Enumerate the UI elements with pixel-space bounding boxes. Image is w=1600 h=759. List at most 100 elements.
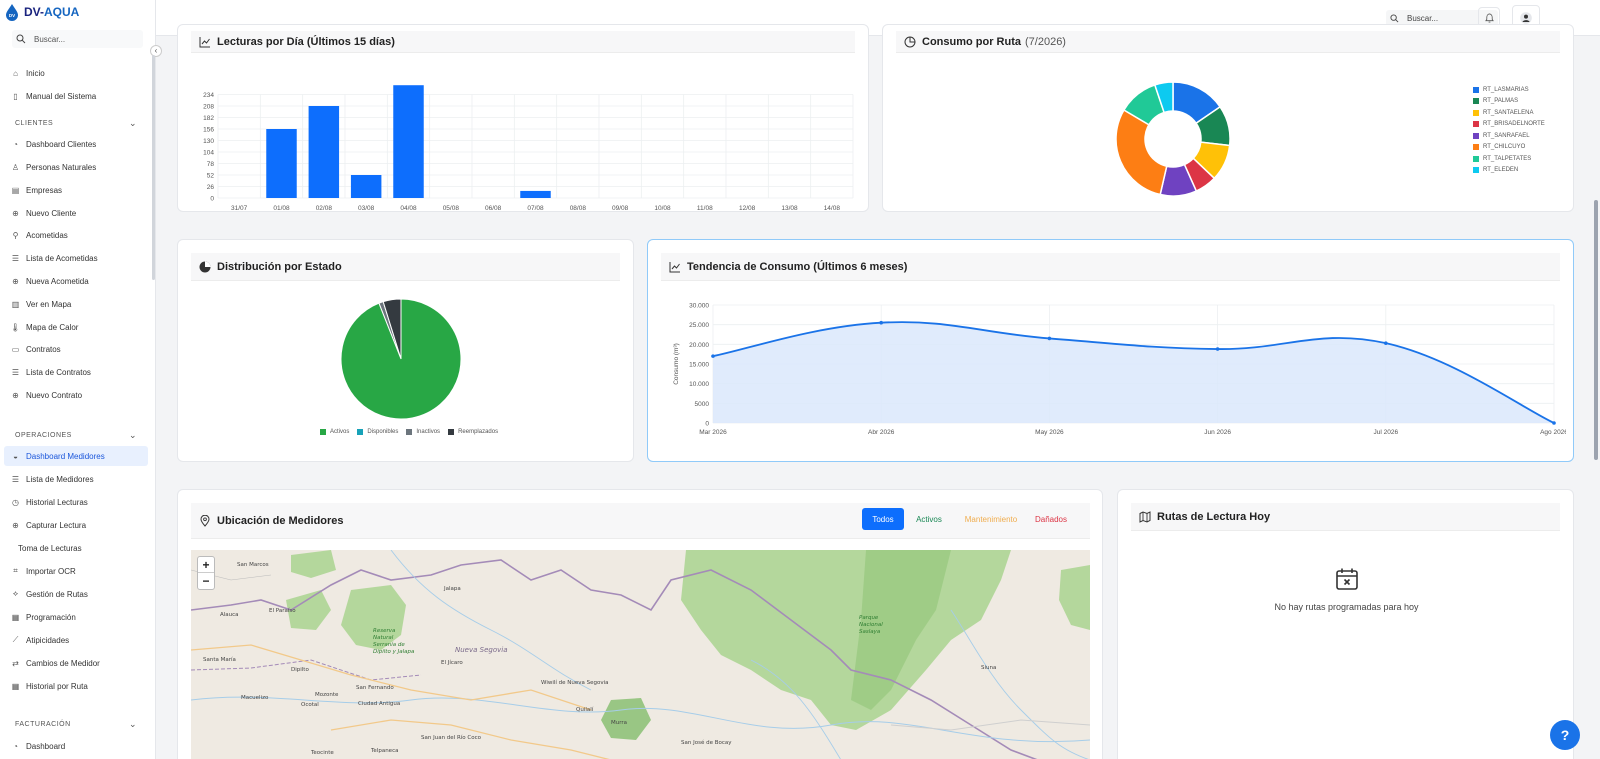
page-scrollbar[interactable] [1594, 200, 1598, 460]
sidebar-item-dashboard-clientes[interactable]: ◔ Dashboard Clientes [4, 134, 148, 154]
bar-x-tick-label: 10/08 [654, 205, 671, 210]
sidebar-item-atipicidades[interactable]: ⟋ Atipicidades [4, 630, 148, 650]
area-y-tick-label: 20.000 [689, 342, 709, 349]
sidebar-item-cambios-de-medidor[interactable]: ⇄ Cambios de Medidor [4, 653, 148, 673]
area-point-Abr 2026[interactable] [879, 320, 883, 325]
section-clientes[interactable]: CLIENTES ⌄ [15, 118, 137, 129]
brand-name: DV-AQUA [24, 5, 80, 19]
filter-activos-button[interactable]: Activos [906, 508, 952, 530]
sidebar-item-dashboard[interactable]: ◔ Dashboard [4, 736, 148, 756]
sidebar-item-ver-en-mapa[interactable]: ▥ Ver en Mapa [4, 294, 148, 314]
bar-02/08[interactable] [308, 106, 340, 198]
legend-item-RT_PALMAS[interactable]: RT_PALMAS [1473, 96, 1545, 108]
section-facturacion[interactable]: FACTURACIÓN ⌄ [15, 719, 137, 730]
sidebar-item-label: Empresas [26, 185, 63, 195]
sidebar-item-inicio[interactable]: ⌂ Inicio [4, 63, 148, 83]
area-point-Jul 2026[interactable] [1384, 341, 1388, 345]
sidebar-item-nuevo-contrato[interactable]: ⊕ Nuevo Contrato [4, 385, 148, 405]
bar-x-tick-label: 09/08 [612, 205, 629, 210]
tendencia-card-title: Tendencia de Consumo (Últimos 6 meses) [687, 260, 908, 273]
filter-todos-button[interactable]: Todos [862, 508, 904, 530]
legend-item-RT_TALPETATES[interactable]: RT_TALPETATES [1473, 153, 1545, 165]
sidebar-item-manual-del-sistema[interactable]: ▯ Manual del Sistema [4, 86, 148, 106]
legend-item-Inactivos[interactable]: Inactivos [406, 426, 440, 438]
area-point-May 2026[interactable] [1047, 336, 1052, 341]
sidebar-item-lista-de-medidores[interactable]: ☰ Lista de Medidores [4, 469, 148, 489]
legend-item-RT_ELEDEN[interactable]: RT_ELEDEN [1473, 165, 1545, 177]
area-point-Mar 2026[interactable] [711, 354, 715, 358]
sidebar-item-mapa-de-calor[interactable]: 🌡 Mapa de Calor [4, 317, 148, 337]
location-pin-icon [200, 514, 210, 527]
logo[interactable]: DV DV-AQUA [0, 0, 155, 24]
sidebar-item-label: Atipicidades [26, 635, 70, 645]
doughnut-slice-RT_CHILCUYO[interactable] [1115, 108, 1168, 196]
sidebar-item-nuevo-cliente[interactable]: ⊕ Nuevo Cliente [4, 203, 148, 223]
sidebar-item-contratos[interactable]: ▭ Contratos [4, 339, 148, 359]
section-label: FACTURACIÓN [15, 721, 71, 728]
sidebar-item-label: Gestión de Rutas [26, 589, 88, 599]
pie-slice-Activos[interactable] [340, 298, 462, 420]
svg-text:DV: DV [9, 13, 15, 18]
map-container[interactable]: San Marcos Jalapa El Paraíso Alauca Reserva … [191, 550, 1090, 759]
legend-swatch [448, 428, 455, 435]
bar-07/08[interactable] [520, 190, 551, 198]
sidebar-item-toma-de-lecturas[interactable]: Toma de Lecturas [4, 538, 148, 558]
area-y-tick-label: 25.000 [689, 322, 709, 329]
sidebar-item-label: Lista de Acometidas [26, 253, 98, 263]
sidebar-item-label: Nuevo Contrato [26, 390, 83, 400]
help-button[interactable]: ? [1550, 720, 1580, 750]
map-place-label: San Fernando [356, 685, 394, 691]
legend-item-RT_SANTAELENA[interactable]: RT_SANTAELENA [1473, 107, 1545, 119]
bar-y-tick-label: 156 [203, 127, 214, 134]
sidebar-item-historial-por-ruta[interactable]: ▦ Historial por Ruta [4, 676, 148, 696]
area-point-Ago 2026[interactable] [1552, 421, 1556, 425]
bar-03/08[interactable] [350, 175, 382, 198]
bar-y-tick-label: 26 [207, 184, 215, 191]
consumo-ruta-card-title: Consumo por Ruta [922, 35, 1021, 48]
sidebar-item-nueva-acometida[interactable]: ⊕ Nueva Acometida [4, 271, 148, 291]
sidebar-item-lista-de-contratos[interactable]: ☰ Lista de Contratos [4, 362, 148, 382]
sidebar-item-programación[interactable]: ▦ Programación [4, 607, 148, 627]
legend-item-Reemplazados[interactable]: Reemplazados [448, 426, 498, 438]
bar-01/08[interactable] [266, 129, 297, 198]
sidebar-item-gestión-de-rutas[interactable]: ⟡ Gestión de Rutas [4, 584, 148, 604]
bar-x-tick-label: 06/08 [485, 205, 502, 210]
filter-danados-button[interactable]: Dañados [1028, 508, 1074, 530]
legend-item-RT_SANRAFAEL[interactable]: RT_SANRAFAEL [1473, 130, 1545, 142]
sidebar-item-personas-naturales[interactable]: ♙ Personas Naturales [4, 157, 148, 177]
list-icon: ☰ [11, 253, 20, 263]
sidebar-item-label: Mapa de Calor [26, 322, 79, 332]
section-label: CLIENTES [15, 120, 54, 127]
legend-item-RT_LASMARIAS[interactable]: RT_LASMARIAS [1473, 84, 1545, 96]
bar-y-tick-label: 130 [203, 138, 214, 145]
pie-chart-icon [904, 36, 916, 47]
chart-line-icon: ⟋ [12, 635, 19, 644]
legend-item-Disponibles[interactable]: Disponibles [357, 426, 398, 438]
bar-x-tick-label: 03/08 [358, 205, 375, 210]
sidebar-item-acometidas[interactable]: ⚲ Acometidas [4, 225, 148, 245]
sidebar-item-dashboard-medidores[interactable]: ◒ Dashboard Medidores [4, 446, 148, 466]
filter-mantenimiento-button[interactable]: Mantenimiento [956, 508, 1026, 530]
legend-item-RT_CHILCUYO[interactable]: RT_CHILCUYO [1473, 142, 1545, 154]
area-point-Jun 2026[interactable] [1215, 347, 1220, 351]
legend-label: RT_SANRAFAEL [1483, 132, 1530, 139]
legend-item-Activos[interactable]: Activos [320, 426, 349, 438]
zoom-in-button[interactable]: + [198, 557, 214, 573]
sidebar-item-importar-ocr[interactable]: ⌗ Importar OCR [4, 561, 148, 581]
sidebar-item-empresas[interactable]: ▤ Empresas [4, 180, 148, 200]
zoom-out-button[interactable]: − [198, 573, 214, 589]
legend-swatch [320, 428, 326, 435]
map-place-label: Santa María [203, 657, 236, 663]
sidebar-scrollbar[interactable] [152, 55, 155, 280]
thermometer-icon: 🌡 [10, 322, 21, 332]
sidebar-item-capturar-lectura[interactable]: ⊕ Capturar Lectura [4, 515, 148, 535]
section-operaciones[interactable]: OPERACIONES ⌄ [15, 430, 137, 441]
bar-04/08[interactable] [393, 85, 424, 198]
legend-label: RT_BRISADELNORTE [1483, 121, 1545, 128]
sidebar-search-input[interactable]: Buscar... [12, 30, 143, 48]
sidebar-item-historial-lecturas[interactable]: ◷ Historial Lecturas [4, 492, 148, 512]
rutas-card-title: Rutas de Lectura Hoy [1157, 510, 1271, 523]
rutas-card-header: Rutas de Lectura Hoy [1131, 503, 1560, 531]
legend-item-RT_BRISADELNORTE[interactable]: RT_BRISADELNORTE [1473, 119, 1545, 131]
sidebar-item-lista-de-acometidas[interactable]: ☰ Lista de Acometidas [4, 248, 148, 268]
